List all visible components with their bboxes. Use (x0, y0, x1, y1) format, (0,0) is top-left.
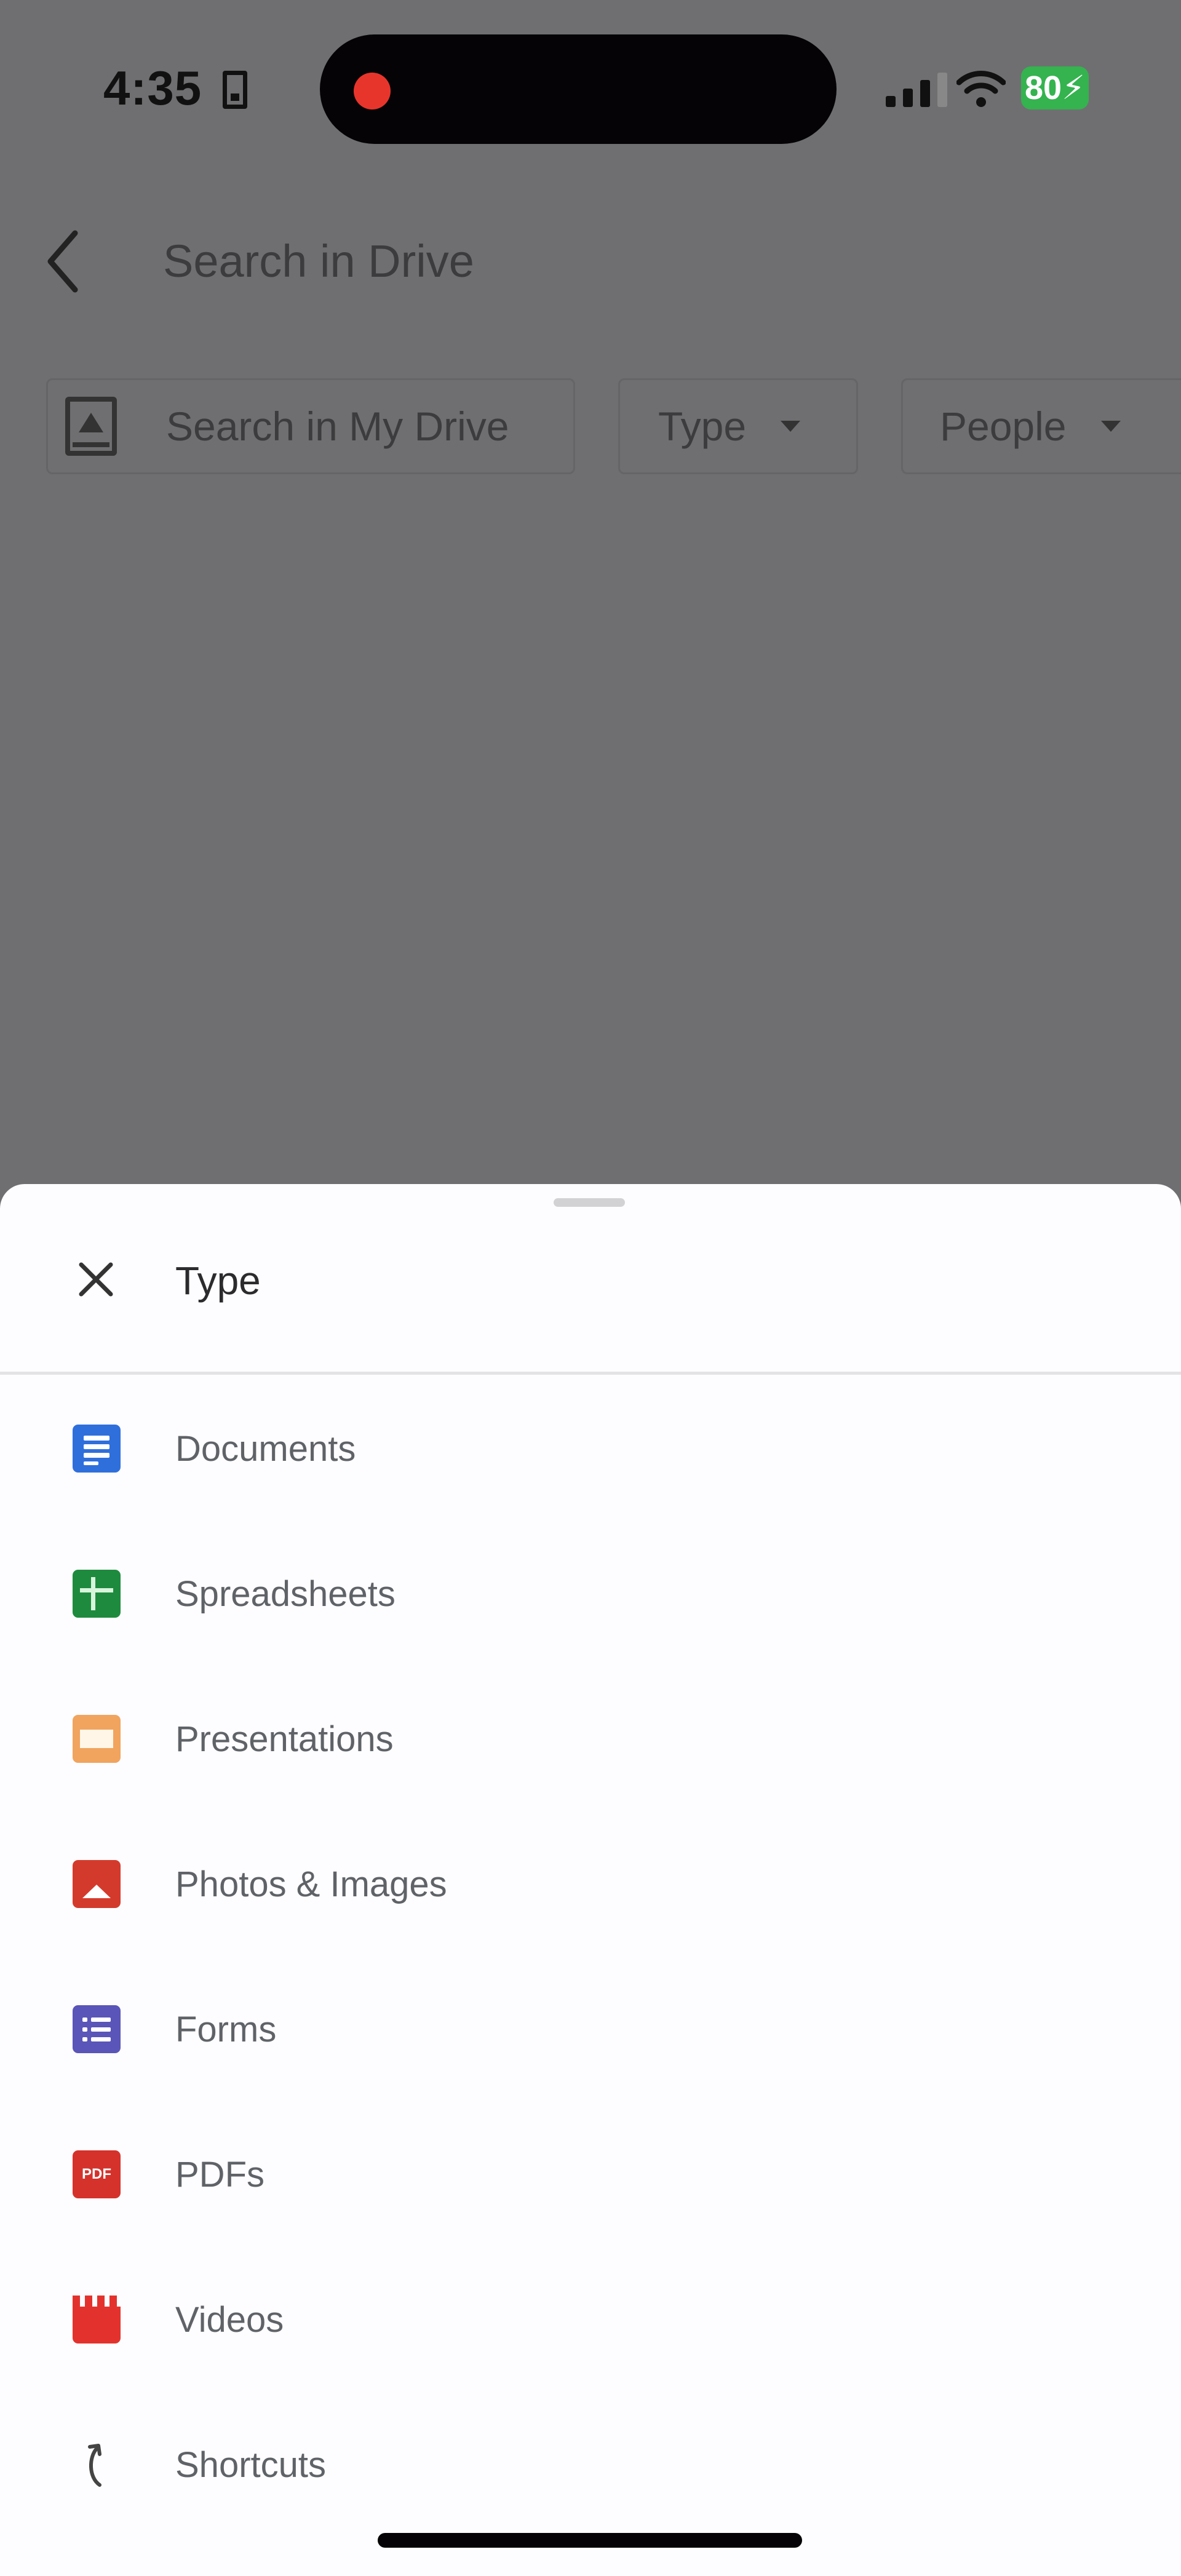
option-label: PDFs (175, 2154, 264, 2195)
type-option-documents[interactable]: Documents (0, 1376, 1181, 1521)
type-option-spreadsheets[interactable]: Spreadsheets (0, 1521, 1181, 1666)
dynamic-island (320, 34, 837, 144)
type-option-forms[interactable]: Forms (0, 1957, 1181, 2102)
type-option-pdfs[interactable]: PDF PDFs (0, 2102, 1181, 2247)
close-icon[interactable] (74, 1257, 118, 1302)
option-label: Videos (175, 2299, 284, 2340)
option-label: Documents (175, 1428, 356, 1469)
chip-label: Type (658, 403, 747, 449)
sheet-title: Type (175, 1258, 261, 1303)
status-time: 4:35 (103, 61, 202, 115)
video-icon (73, 2296, 121, 2343)
type-option-photos-images[interactable]: Photos & Images (0, 1811, 1181, 1957)
sheets-icon (73, 1570, 121, 1618)
chip-people[interactable]: People (901, 378, 1181, 474)
chip-type[interactable]: Type (618, 378, 858, 474)
option-label: Spreadsheets (175, 1573, 396, 1614)
option-label: Forms (175, 2009, 277, 2049)
battery-indicator: 80⚡ (1021, 66, 1089, 109)
screen-recording-icon (354, 73, 391, 109)
type-option-videos[interactable]: Videos (0, 2247, 1181, 2392)
divider (0, 1372, 1181, 1375)
battery-level: 80 (1025, 70, 1062, 106)
docs-icon (73, 1425, 121, 1473)
pdf-icon: PDF (73, 2150, 121, 2198)
type-option-presentations[interactable]: Presentations (0, 1666, 1181, 1811)
search-input[interactable]: Search in Drive (163, 235, 474, 287)
sim-card-icon (223, 71, 247, 109)
shortcut-icon (88, 2444, 101, 2487)
chip-search-in-my-drive[interactable]: Search in My Drive (46, 378, 575, 474)
wifi-icon (956, 71, 1006, 107)
sheet-drag-handle[interactable] (554, 1198, 625, 1207)
slides-icon (73, 1715, 121, 1763)
chip-label: People (940, 403, 1067, 449)
forms-icon (73, 2005, 121, 2053)
chevron-down-icon (781, 421, 801, 432)
chevron-down-icon (1100, 421, 1121, 432)
option-label: Shortcuts (175, 2444, 326, 2485)
cellular-signal-icon (886, 73, 953, 107)
back-arrow-icon[interactable] (37, 225, 92, 298)
home-indicator[interactable] (378, 2533, 802, 2548)
chip-label: Search in My Drive (166, 403, 509, 449)
type-option-shortcuts[interactable]: Shortcuts (0, 2392, 1181, 2537)
drive-icon (65, 397, 117, 456)
photos-icon (73, 1860, 121, 1908)
option-label: Presentations (175, 1719, 394, 1759)
option-label: Photos & Images (175, 1864, 447, 1904)
